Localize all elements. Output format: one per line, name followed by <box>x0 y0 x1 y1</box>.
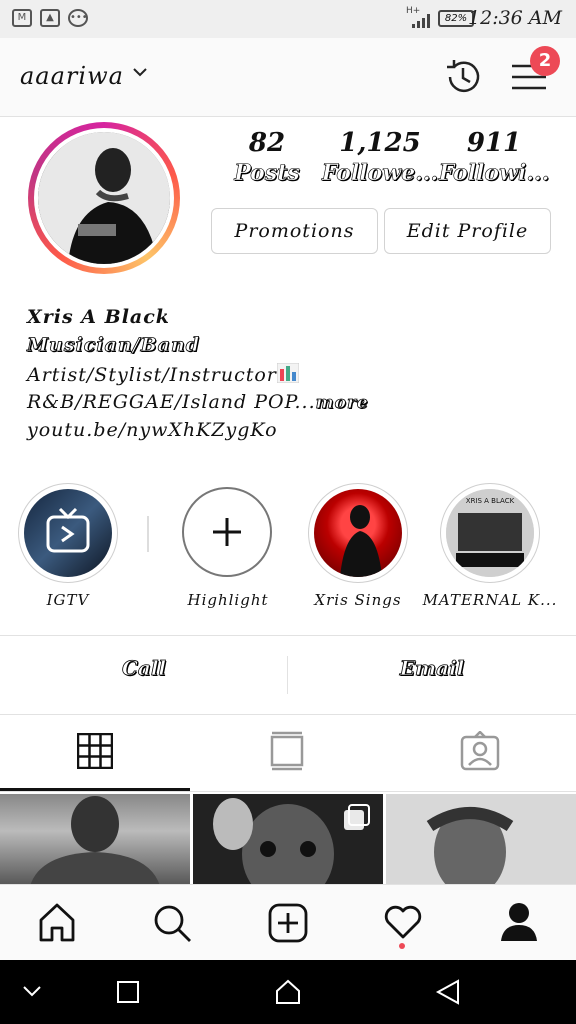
signal-icon <box>412 14 430 28</box>
post-photo-3 <box>426 807 514 896</box>
following-count: 911 <box>466 128 522 158</box>
highlight-maternal[interactable]: XRIS A BLACK <box>440 483 540 583</box>
username-switcher[interactable]: aaariwa <box>20 62 124 90</box>
edit-profile-button[interactable]: Edit Profile <box>384 208 551 254</box>
highlight-label-maternal: MATERNAL K... <box>422 591 558 609</box>
bio-website-link[interactable]: youtu.be/nywXhKZygKo <box>27 419 278 441</box>
bio-line-2: R&B/REGGAE/Island POP...more <box>27 391 369 413</box>
grid-view-icon[interactable] <box>77 733 113 769</box>
post-thumbnail-2[interactable] <box>193 794 383 904</box>
home-icon[interactable] <box>38 903 76 943</box>
multiple-posts-icon <box>344 804 370 830</box>
profile-icon[interactable] <box>499 901 539 943</box>
maternal-thumbnail: XRIS A BLACK <box>446 489 534 577</box>
posts-count: 82 <box>248 128 286 158</box>
highlight-xris-sings[interactable] <box>308 483 408 583</box>
avatar[interactable] <box>38 132 170 264</box>
posts-stat[interactable]: 82 Posts <box>222 128 312 186</box>
bio-line-2-text: R&B/REGGAE/Island POP... <box>27 391 316 413</box>
activity-dot <box>399 943 405 949</box>
new-post-icon[interactable] <box>268 903 308 943</box>
call-button[interactable]: Call <box>0 656 288 681</box>
search-icon[interactable] <box>152 903 192 943</box>
system-collapse-icon[interactable] <box>22 984 42 998</box>
xris-sings-photo <box>340 505 382 577</box>
bottom-navigation <box>0 884 576 961</box>
feed-view-icon[interactable] <box>270 731 304 771</box>
profile-header: aaariwa <box>0 38 576 117</box>
chevron-down-icon[interactable] <box>132 66 148 78</box>
xris-sings-thumbnail <box>314 489 402 577</box>
bio-line-1-text: Artist/Stylist/Instructor <box>27 364 277 386</box>
active-tab-indicator <box>0 788 190 791</box>
followers-stat[interactable]: 1,125 Followe... <box>320 128 440 186</box>
highlight-new[interactable] <box>182 487 272 577</box>
archive-history-icon[interactable] <box>442 56 484 98</box>
highlight-igtv[interactable] <box>18 483 118 583</box>
highlight-label-igtv: IGTV <box>46 591 90 609</box>
tagged-photos-icon[interactable] <box>460 731 500 771</box>
profile-name: Xris A Black <box>27 306 170 328</box>
bar-chart-emoji-icon <box>276 362 300 384</box>
system-recents-icon[interactable] <box>116 980 140 1004</box>
followers-count: 1,125 <box>339 128 421 158</box>
more-dots-icon: ••• <box>68 9 88 27</box>
clock: 12:36 AM <box>468 7 562 29</box>
system-home-icon[interactable] <box>274 978 302 1006</box>
email-button[interactable]: Email <box>288 656 576 681</box>
profile-tabs <box>0 713 576 792</box>
notification-badge[interactable]: 2 <box>530 46 560 76</box>
highlight-label-new: Highlight <box>187 591 269 609</box>
promotions-button[interactable]: Promotions <box>211 208 378 254</box>
following-label: Followi... <box>438 160 550 187</box>
gallery-icon: ▲ <box>40 9 60 27</box>
gmail-icon: M <box>12 9 32 27</box>
bio-line-1: Artist/Stylist/Instructor <box>27 362 300 386</box>
system-back-icon[interactable] <box>434 978 462 1006</box>
plus-icon <box>213 518 241 546</box>
post-photo-1 <box>30 796 160 886</box>
igtv-icon <box>46 507 90 553</box>
maternal-poster-title: XRIS A BLACK <box>465 497 515 505</box>
posts-label: Posts <box>234 160 300 187</box>
status-bar: M ▲ ••• H+ 82% 12:36 AM <box>0 0 576 38</box>
profile-category: Musician/Band <box>27 334 201 357</box>
followers-label: Followe... <box>321 160 439 187</box>
contact-bar: Call Email <box>0 635 576 715</box>
igtv-thumbnail <box>24 489 112 577</box>
following-stat[interactable]: 911 Followi... <box>436 128 552 186</box>
highlight-label-xris-sings: Xris Sings <box>314 591 402 609</box>
activity-heart-icon[interactable] <box>383 903 423 939</box>
post-thumbnail-3[interactable] <box>386 794 576 896</box>
post-thumbnail-1[interactable] <box>0 794 190 886</box>
bio-more-link[interactable]: more <box>315 393 369 414</box>
highlight-divider <box>147 516 149 552</box>
avatar-photo <box>38 132 170 264</box>
system-navigation-bar <box>0 960 576 1024</box>
